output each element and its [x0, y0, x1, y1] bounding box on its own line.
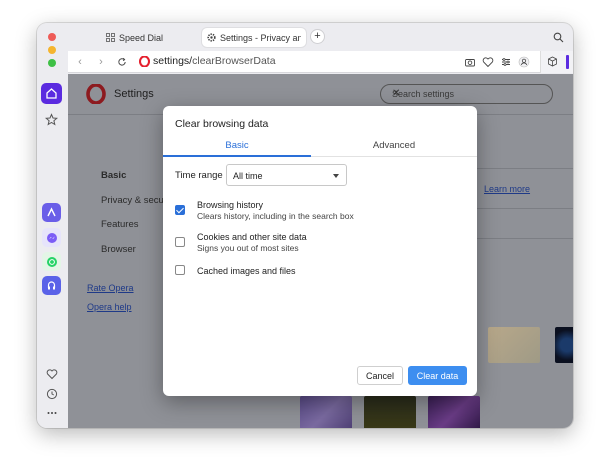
wallpaper-thumbnail[interactable]	[428, 396, 480, 428]
menu-privacy[interactable]: Privacy & secu	[101, 195, 164, 206]
address-bar: ‹ › settings/clearBrowserData	[68, 51, 573, 73]
history-clock-icon[interactable]	[41, 383, 62, 404]
heart-icon[interactable]	[41, 363, 62, 384]
star-icon[interactable]	[41, 109, 62, 130]
time-range-select[interactable]: All time	[226, 164, 347, 186]
clear-data-button[interactable]: Clear data	[408, 366, 467, 385]
home-icon[interactable]	[41, 83, 62, 104]
menu-browser[interactable]: Browser	[101, 244, 136, 255]
whatsapp-icon[interactable]	[42, 252, 61, 271]
forward-icon[interactable]: ›	[95, 56, 107, 68]
active-tab-indicator	[163, 155, 311, 157]
url-path: clearBrowserData	[192, 55, 276, 67]
option-title: Cached images and files	[197, 266, 296, 276]
sidebar-indicator	[566, 55, 569, 69]
cached-images-checkbox[interactable]	[175, 265, 185, 275]
cancel-button[interactable]: Cancel	[357, 366, 403, 385]
more-options-icon[interactable]	[41, 402, 62, 423]
menu-features[interactable]: Features	[101, 219, 139, 230]
time-range-value: All time	[233, 171, 263, 181]
gear-icon	[207, 33, 216, 42]
grid-icon	[106, 33, 115, 42]
browsing-history-checkbox[interactable]	[175, 205, 185, 215]
tab-speed-dial[interactable]: Speed Dial	[101, 28, 201, 47]
tab-label: Speed Dial	[119, 32, 164, 43]
tab-label: Settings - Privacy and se	[220, 32, 301, 43]
profile-icon[interactable]	[518, 56, 530, 68]
learn-more-link[interactable]: Learn more	[484, 184, 530, 194]
aria-icon[interactable]	[42, 203, 61, 222]
sidebar	[37, 23, 68, 428]
menu-basic[interactable]: Basic	[101, 170, 126, 181]
tab-settings[interactable]: Settings - Privacy and se	[202, 28, 306, 47]
opera-help-link[interactable]: Opera help	[87, 302, 132, 312]
messenger-icon[interactable]	[42, 228, 61, 247]
clear-search-icon[interactable]: ✕	[392, 88, 544, 99]
cookies-checkbox[interactable]	[175, 237, 185, 247]
tab-basic[interactable]: Basic	[163, 140, 311, 151]
url-field[interactable]: settings/clearBrowserData	[153, 55, 276, 67]
option-subtitle: Signs you out of most sites	[197, 243, 299, 253]
dialog-tabs: Basic Advanced	[163, 136, 477, 157]
camera-icon[interactable]	[464, 56, 476, 68]
easy-setup-icon[interactable]	[500, 56, 512, 68]
music-player-icon[interactable]	[42, 276, 61, 295]
dialog-title: Clear browsing data	[175, 118, 269, 130]
heart-icon[interactable]	[482, 56, 494, 68]
back-icon[interactable]: ‹	[74, 56, 86, 68]
time-range-label: Time range	[175, 170, 223, 181]
wallpaper-thumbnail[interactable]	[488, 327, 540, 363]
tab-bar: Speed Dial Settings - Privacy and se +	[68, 23, 573, 51]
clear-browsing-data-dialog: Clear browsing data Basic Advanced Time …	[163, 106, 477, 396]
opera-logo-icon	[138, 55, 151, 68]
new-tab-button[interactable]: +	[311, 30, 324, 43]
chevron-down-icon	[333, 174, 339, 178]
wallpaper-thumbnail[interactable]	[555, 327, 573, 363]
zoom-window-button[interactable]	[48, 59, 56, 67]
reload-icon[interactable]	[116, 56, 128, 68]
settings-title: Settings	[114, 88, 154, 100]
settings-search-input[interactable]: Search settings ✕	[380, 84, 553, 104]
search-tabs-icon[interactable]	[553, 32, 564, 43]
extensions-area	[540, 51, 573, 73]
close-window-button[interactable]	[48, 33, 56, 41]
minimize-window-button[interactable]	[48, 46, 56, 54]
option-subtitle: Clears history, including in the search …	[197, 211, 354, 221]
extensions-cube-icon[interactable]	[547, 56, 559, 68]
url-prefix: settings/	[153, 55, 193, 67]
opera-logo-icon	[86, 83, 106, 105]
option-title: Cookies and other site data	[197, 232, 307, 242]
wallpaper-thumbnail[interactable]	[300, 396, 352, 428]
tab-advanced[interactable]: Advanced	[320, 140, 468, 151]
wallpaper-thumbnail[interactable]	[364, 396, 416, 428]
rate-opera-link[interactable]: Rate Opera	[87, 283, 134, 293]
option-title: Browsing history	[197, 200, 264, 210]
